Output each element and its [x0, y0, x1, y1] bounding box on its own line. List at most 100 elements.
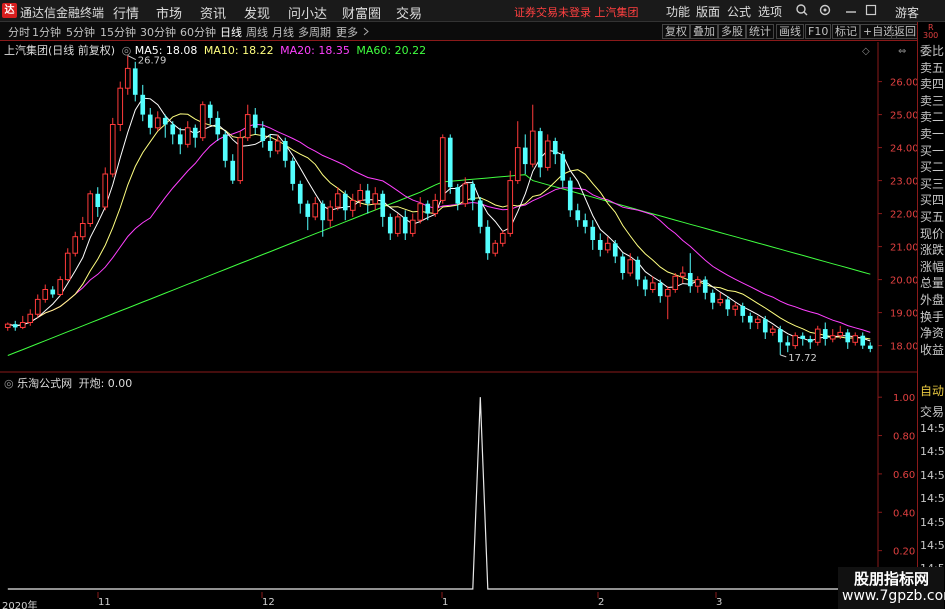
panel-row: 14:56 [920, 539, 945, 552]
candle-body [27, 313, 34, 323]
candle-body [177, 134, 183, 145]
chart-expand-icon[interactable]: ⇔ [898, 46, 906, 57]
overlay-button[interactable]: 叠加 [690, 24, 718, 39]
candle-body [267, 141, 273, 151]
adjust-rights-button[interactable]: 复权 [662, 24, 690, 39]
maximize-icon[interactable] [864, 2, 878, 18]
menu-options[interactable]: 选项 [758, 3, 782, 20]
multi-stock-button[interactable]: 多股 [718, 24, 746, 39]
menu-market-quotes[interactable]: 行情 [113, 3, 139, 22]
candle-body [717, 298, 724, 304]
candle-body [162, 117, 168, 125]
candle-body [649, 282, 656, 290]
panel-row: 买三 [920, 176, 945, 191]
candle-body [470, 183, 476, 201]
candle-body [822, 329, 828, 339]
guest-user-label[interactable]: 游客 [895, 4, 919, 21]
menu-formula[interactable]: 公式 [727, 3, 751, 20]
chevron-right-icon[interactable] [362, 27, 370, 36]
candle-body [837, 331, 844, 337]
indicator-name[interactable]: 乐淘公式网 [17, 377, 72, 390]
period-daily[interactable]: 日线 [220, 24, 242, 40]
candle-body [664, 289, 671, 297]
candle-body [529, 130, 536, 165]
period-multi[interactable]: 多周期 [298, 24, 331, 40]
panel-row: 卖二 [920, 110, 945, 125]
date-label: 2 [598, 597, 605, 608]
indicator-tick-label: 0.80 [893, 432, 915, 443]
period-15min[interactable]: 15分钟 [100, 24, 136, 40]
candle-body [672, 275, 679, 291]
candle-body [800, 335, 806, 339]
menu-functions[interactable]: 功能 [666, 3, 690, 20]
panel-row: 买二 [920, 160, 945, 175]
date-axis: 2020年 11 12 1 2 3 [0, 597, 838, 609]
watermark-url: www.7gpzb.com [842, 588, 945, 604]
candle-body [657, 282, 663, 297]
minimize-icon[interactable] [844, 2, 858, 18]
menu-ask-xiaoda[interactable]: 问小达 [288, 3, 327, 22]
menu-market[interactable]: 市场 [156, 3, 182, 22]
settings-icon[interactable] [818, 2, 832, 18]
candle-body [447, 137, 453, 188]
panel-row: 14:56 [920, 468, 945, 482]
price-tick-label: 20.00 [890, 276, 917, 287]
candle-body [522, 147, 528, 165]
menu-layout[interactable]: 版面 [696, 3, 720, 20]
candle-body [499, 232, 506, 244]
candle-body [860, 335, 866, 346]
candle-body [507, 180, 514, 234]
f10-button[interactable]: F10 [805, 24, 832, 39]
period-weekly[interactable]: 周线 [246, 24, 268, 40]
mark-button[interactable]: 标记 [832, 24, 860, 39]
chart-diamond-icon[interactable]: ◇ [862, 46, 870, 57]
candle-body [199, 104, 206, 139]
period-intraday[interactable]: 分时 [8, 24, 30, 40]
period-5min[interactable]: 5分钟 [66, 24, 95, 40]
candle-body [762, 319, 768, 333]
panel-row: 交易 [920, 405, 945, 419]
search-icon[interactable] [795, 2, 809, 18]
candle-body [394, 216, 401, 234]
candle-body [432, 199, 439, 215]
candle-body [282, 141, 288, 161]
menu-discover[interactable]: 发现 [244, 3, 270, 22]
candle-body [455, 187, 461, 204]
candle-body [12, 324, 18, 328]
statistics-button[interactable]: 统计 [746, 24, 774, 39]
candle-body [402, 216, 408, 234]
period-60min[interactable]: 60分钟 [180, 24, 216, 40]
period-monthly[interactable]: 月线 [272, 24, 294, 40]
period-more[interactable]: 更多 [336, 24, 358, 40]
indicator-settings-icon-2[interactable]: ◎ [4, 377, 14, 390]
menu-wealth-circle[interactable]: 财富圈 [342, 3, 381, 22]
candle-body [792, 335, 799, 347]
period-30min[interactable]: 30分钟 [140, 24, 176, 40]
menu-news[interactable]: 资讯 [200, 3, 226, 22]
candle-body [604, 242, 611, 251]
trade-login-notice[interactable]: 证券交易未登录 上汽集团 [514, 4, 639, 20]
candle-body [349, 199, 356, 211]
menu-trade[interactable]: 交易 [396, 3, 422, 22]
candle-body [702, 279, 708, 293]
price-tick-label: 24.00 [890, 144, 917, 155]
panel-tag-300[interactable]: 300 [923, 31, 938, 40]
candle-body [305, 203, 311, 217]
date-label: 2020年 [2, 601, 38, 609]
quote-side-panel: R 300 委比 卖五 卖四 卖三 卖二 卖一 买一 买二 买三 买四 买五 现价 涨跌 涨幅 总量 外盘 换手… [917, 22, 945, 609]
candle-body [544, 140, 551, 168]
period-1min[interactable]: 1分钟 [32, 24, 61, 40]
candle-body [274, 140, 281, 152]
price-chart[interactable]: 26.00 25.00 24.00 23.00 22.00 21.00 20.00 19.00… [0, 42, 917, 598]
candle-body [807, 339, 813, 343]
back-button[interactable]: 返回 [891, 24, 919, 39]
candle-body [290, 160, 296, 184]
candle-body [477, 200, 483, 227]
candle-body [710, 292, 716, 303]
draw-line-button[interactable]: 画线 [776, 24, 804, 39]
indicator-tick-label: 1.00 [893, 393, 915, 404]
panel-row: 14:56 [920, 515, 945, 529]
candle-body [679, 272, 686, 277]
candle-body [747, 315, 753, 323]
date-label: 11 [98, 597, 111, 608]
